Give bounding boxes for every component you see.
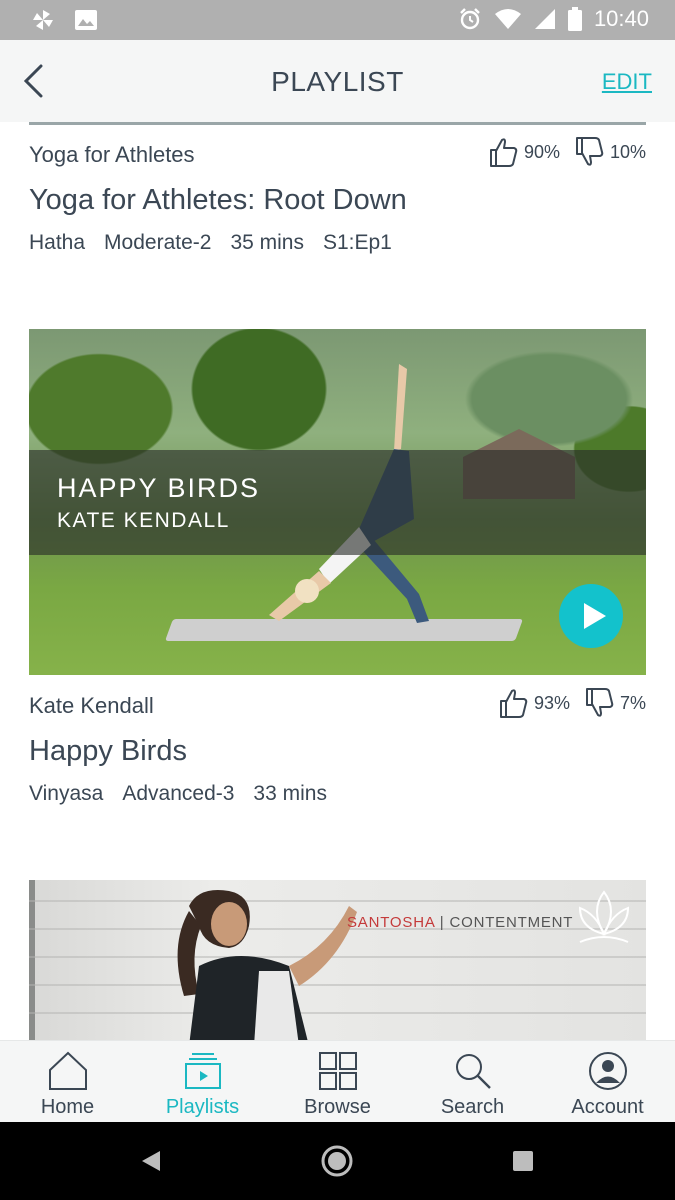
- video-title[interactable]: Yoga for Athletes: Root Down: [29, 184, 646, 217]
- duration-tag: 33 mins: [253, 782, 327, 805]
- search-icon: [455, 1054, 491, 1089]
- likes-percent: 93%: [533, 692, 570, 713]
- tab-bar: Home Playlists Browse Search Account: [0, 1040, 675, 1122]
- video-thumbnail[interactable]: HAPPY BIRDS KATE KENDALL: [29, 329, 646, 675]
- tab-playlists[interactable]: Playlists: [135, 1041, 270, 1123]
- lotus-logo-icon: [578, 890, 630, 943]
- pinwheel-icon: [33, 10, 53, 30]
- style-tag: Vinyasa: [29, 782, 104, 805]
- dislikes-percent: 10%: [609, 141, 646, 162]
- home-icon: [48, 1051, 87, 1090]
- clock-time: 10:40: [593, 6, 649, 31]
- playlist-content[interactable]: Yoga for Athletes 90% 10% Yoga for Athle…: [0, 122, 675, 1040]
- dislikes-percent: 7%: [619, 692, 646, 713]
- tab-label: Playlists: [165, 1096, 240, 1118]
- likes-percent: 90%: [523, 141, 560, 162]
- battery-icon: [567, 7, 582, 31]
- signal-icon: [534, 9, 555, 29]
- tab-search[interactable]: Search: [405, 1041, 540, 1123]
- video-card[interactable]: Kate Kendall 93% 7% Happy Birds Vinyasa …: [29, 688, 646, 806]
- brand-right: CONTENTMENT: [449, 914, 574, 931]
- status-bar: 10:40: [0, 0, 675, 40]
- alarm-icon: [460, 8, 480, 30]
- level-tag: Moderate-2: [104, 231, 212, 254]
- ratings: 93% 7%: [498, 687, 646, 719]
- tab-label: Home: [40, 1096, 95, 1118]
- grid-icon: [318, 1052, 357, 1090]
- brand-text: SANTOSHA | CONTENTMENT: [347, 914, 573, 931]
- tab-label: Browse: [304, 1096, 371, 1118]
- tab-home[interactable]: Home: [0, 1041, 135, 1123]
- account-icon: [588, 1052, 627, 1090]
- tab-account[interactable]: Account: [540, 1041, 675, 1123]
- banner-title: HAPPY BIRDS: [57, 473, 261, 503]
- image-icon: [75, 10, 97, 30]
- back-triangle-icon[interactable]: [140, 1149, 162, 1173]
- episode-tag: S1:Ep1: [322, 231, 392, 254]
- video-thumbnail-edge[interactable]: [29, 122, 646, 125]
- recents-square-icon[interactable]: [512, 1150, 534, 1172]
- tab-label: Search: [440, 1096, 505, 1118]
- duration-tag: 35 mins: [230, 231, 304, 254]
- thumbs-down-icon[interactable]: [584, 687, 614, 719]
- home-circle-icon[interactable]: [320, 1144, 354, 1178]
- tab-browse[interactable]: Browse: [270, 1041, 405, 1123]
- video-card[interactable]: Yoga for Athletes 90% 10% Yoga for Athle…: [29, 137, 646, 255]
- system-nav-bar: [0, 1122, 675, 1200]
- video-meta: Vinyasa Advanced-3 33 mins: [29, 782, 646, 806]
- instructor-figure: [177, 890, 357, 1040]
- video-thumbnail[interactable]: SANTOSHA | CONTENTMENT: [29, 880, 646, 1040]
- wifi-icon: [494, 9, 521, 29]
- brand-left: SANTOSHA: [347, 914, 435, 931]
- brand-separator: |: [439, 914, 445, 931]
- style-tag: Hatha: [29, 231, 86, 254]
- tab-label: Account: [571, 1096, 644, 1118]
- page-title: PLAYLIST: [271, 66, 404, 97]
- thumbs-down-icon[interactable]: [574, 136, 604, 168]
- thumbs-up-icon[interactable]: [488, 136, 518, 168]
- playlists-icon: [184, 1053, 221, 1089]
- play-button[interactable]: [559, 584, 623, 648]
- app-bar: PLAYLIST EDIT: [0, 40, 675, 122]
- ratings: 90% 10%: [488, 136, 646, 168]
- edit-button[interactable]: EDIT: [602, 69, 652, 95]
- thumbs-up-icon[interactable]: [498, 687, 528, 719]
- video-meta: Hatha Moderate-2 35 mins S1:Ep1: [29, 231, 646, 255]
- video-title[interactable]: Happy Birds: [29, 735, 646, 768]
- level-tag: Advanced-3: [122, 782, 235, 805]
- banner-subtitle: KATE KENDALL: [57, 509, 230, 532]
